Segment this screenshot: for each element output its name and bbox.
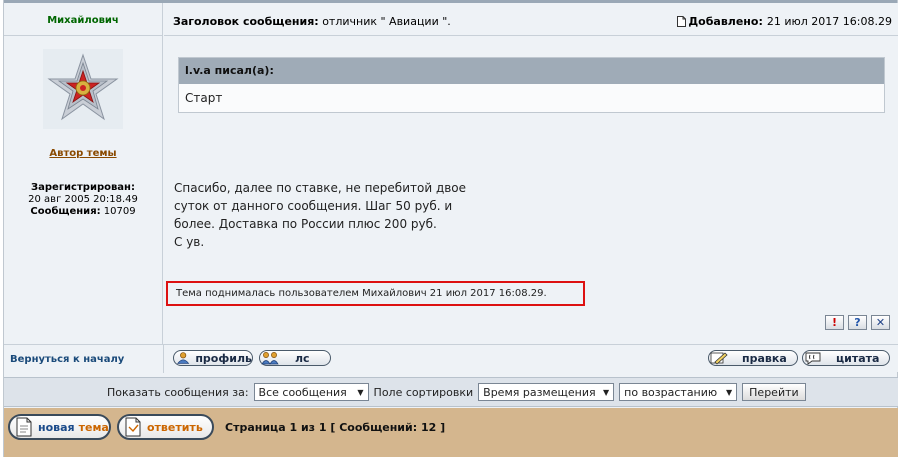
- edit-button[interactable]: правка: [708, 350, 798, 366]
- author-column: Михайлович Автор темы Зарегистрирован: 2…: [4, 3, 163, 344]
- message-subject: Заголовок сообщения: отличник " Авиации …: [173, 15, 451, 28]
- bottom-bar: новая тема ответить Страница 1 из 1 [ Со…: [4, 408, 898, 457]
- pm-button[interactable]: лс: [259, 350, 331, 366]
- profile-label: профиль: [195, 351, 252, 365]
- sort-field-value: Время размещения: [483, 385, 596, 399]
- message-line: более. Доставка по России плюс 200 руб.: [174, 217, 437, 231]
- post-actions-row: Вернуться к началу профиль лс правка цит…: [4, 344, 898, 373]
- new-topic-icon: [16, 417, 32, 437]
- quote-text: Старт: [185, 91, 223, 105]
- edit-label: правка: [742, 351, 787, 365]
- reply-button[interactable]: ответить: [117, 414, 214, 440]
- chevron-down-icon: ▼: [603, 387, 610, 397]
- message-line: суток от данного сообщения. Шаг 50 руб. …: [174, 199, 453, 213]
- topic-bump-notice: Тема поднималась пользователем Михайлови…: [166, 281, 585, 306]
- document-icon: [677, 16, 687, 27]
- message-added: Добавлено: 21 июл 2017 16:08.29: [677, 15, 892, 28]
- added-label: Добавлено:: [688, 15, 763, 28]
- registered-date: 20 авг 2005 20:18.49: [28, 194, 138, 205]
- back-to-top-link[interactable]: Вернуться к началу: [10, 354, 124, 365]
- sort-field-select[interactable]: Время размещения ▼: [478, 383, 615, 401]
- message-body: Спасибо, далее по ставке, не перебитой д…: [174, 179, 466, 251]
- quote-label: цитата: [836, 351, 880, 365]
- profile-button[interactable]: профиль: [173, 350, 253, 366]
- column-divider: [163, 345, 164, 373]
- close-icon[interactable]: ✕: [871, 315, 890, 330]
- report-icon[interactable]: !: [825, 315, 844, 330]
- author-stats: Зарегистрирован: 20 авг 2005 20:18.49 Со…: [4, 182, 162, 218]
- added-date: 21 июл 2017 16:08.29: [766, 15, 892, 28]
- sort-label: Поле сортировки: [373, 385, 474, 399]
- post-container: Михайлович Автор темы Зарегистрирован: 2…: [3, 0, 898, 457]
- show-label: Показать сообщения за:: [107, 385, 249, 399]
- author-name[interactable]: Михайлович: [47, 15, 119, 26]
- quote-block: l.v.a писал(а): Старт: [178, 57, 885, 113]
- pm-icon: [261, 352, 279, 365]
- new-topic-button[interactable]: новая тема: [8, 414, 111, 440]
- help-icon[interactable]: ?: [848, 315, 867, 330]
- message-header: Заголовок сообщения: отличник " Авиации …: [164, 3, 898, 36]
- registered-label: Зарегистрирован:: [31, 182, 135, 193]
- subject-text: отличник " Авиации ".: [322, 15, 451, 28]
- pagination-info: Страница 1 из 1 [ Сообщений: 12 ]: [225, 421, 446, 434]
- topic-author-badge: Автор темы: [4, 146, 162, 159]
- author-header: Михайлович: [4, 3, 162, 36]
- sort-order-select[interactable]: по возрастанию ▼: [619, 383, 738, 401]
- medal-icon: [43, 49, 123, 129]
- reply-icon: [125, 417, 141, 437]
- message-line: С ув.: [174, 235, 205, 249]
- show-select-value: Все сообщения: [258, 385, 347, 399]
- posts-count: 10709: [103, 206, 136, 217]
- post-icons: ! ? ✕: [825, 315, 890, 330]
- sort-bar: Показать сообщения за: Все сообщения ▼ П…: [4, 377, 898, 407]
- quote-icon: [805, 352, 821, 365]
- new-topic-label-b: тема: [78, 420, 109, 434]
- go-button[interactable]: Перейти: [742, 383, 806, 401]
- subject-label: Заголовок сообщения:: [173, 15, 319, 28]
- posts-label: Сообщения:: [30, 206, 101, 217]
- quote-button[interactable]: цитата: [802, 350, 890, 366]
- chevron-down-icon: ▼: [726, 387, 733, 397]
- chevron-down-icon: ▼: [357, 387, 364, 397]
- reply-label: ответить: [147, 420, 203, 434]
- pm-label: лс: [295, 351, 310, 365]
- show-select[interactable]: Все сообщения ▼: [253, 383, 369, 401]
- profile-icon: [176, 352, 190, 364]
- sort-order-value: по возрастанию: [624, 385, 718, 399]
- message-column: Заголовок сообщения: отличник " Авиации …: [164, 3, 898, 344]
- edit-icon: [710, 352, 728, 365]
- message-line: Спасибо, далее по ставке, не перебитой д…: [174, 181, 467, 195]
- new-topic-label-a: новая: [38, 420, 75, 434]
- topic-author-link[interactable]: Автор темы: [49, 148, 116, 159]
- quote-author: l.v.a писал(а):: [179, 58, 884, 84]
